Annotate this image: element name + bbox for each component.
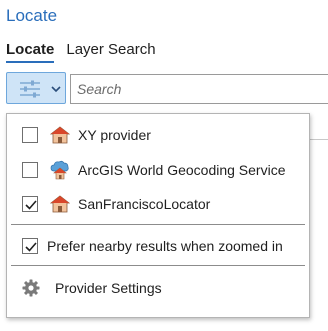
menu-item-provider-settings[interactable]: Provider Settings [7, 273, 309, 303]
sanfrancisco-locator-checkbox[interactable] [22, 196, 38, 212]
xy-provider-checkbox[interactable] [22, 127, 38, 143]
house-icon [50, 126, 70, 144]
menu-divider [11, 265, 305, 266]
sliders-icon [20, 80, 40, 98]
gear-icon [22, 279, 40, 297]
pane-title: Locate [6, 6, 58, 25]
locator-providers-menu: XY provider ArcGIS World Geocoding Servi… [6, 113, 310, 318]
menu-item-label: XY provider [78, 127, 151, 143]
house-icon [50, 195, 70, 213]
menu-divider [11, 224, 305, 225]
menu-item-label: SanFranciscoLocator [78, 196, 211, 212]
menu-item-arcgis-world-geocoding[interactable]: ArcGIS World Geocoding Service [7, 155, 309, 185]
arcgis-world-geocoding-checkbox[interactable] [22, 162, 38, 178]
prefer-nearby-label: Prefer nearby results when zoomed in [47, 238, 283, 254]
tab-layer-search[interactable]: Layer Search [66, 41, 155, 63]
provider-settings-label: Provider Settings [55, 280, 162, 296]
locator-providers-button[interactable] [6, 72, 66, 104]
menu-item-xy-provider[interactable]: XY provider [7, 120, 309, 150]
chevron-down-icon [51, 86, 61, 93]
tab-locate[interactable]: Locate [6, 41, 55, 63]
menu-item-sanfrancisco-locator[interactable]: SanFranciscoLocator [7, 189, 309, 219]
locate-pane: Locate Locate Layer Search Search XY pro… [0, 0, 328, 331]
checkmark-icon [25, 200, 37, 210]
checkmark-icon [25, 242, 37, 252]
menu-item-label: ArcGIS World Geocoding Service [78, 162, 286, 178]
tab-strip: Locate Layer Search [6, 41, 156, 63]
prefer-nearby-checkbox[interactable] [22, 238, 38, 254]
search-input[interactable] [70, 74, 328, 104]
menu-item-prefer-nearby[interactable]: Prefer nearby results when zoomed in [7, 231, 309, 261]
cloud-house-icon [50, 160, 69, 180]
